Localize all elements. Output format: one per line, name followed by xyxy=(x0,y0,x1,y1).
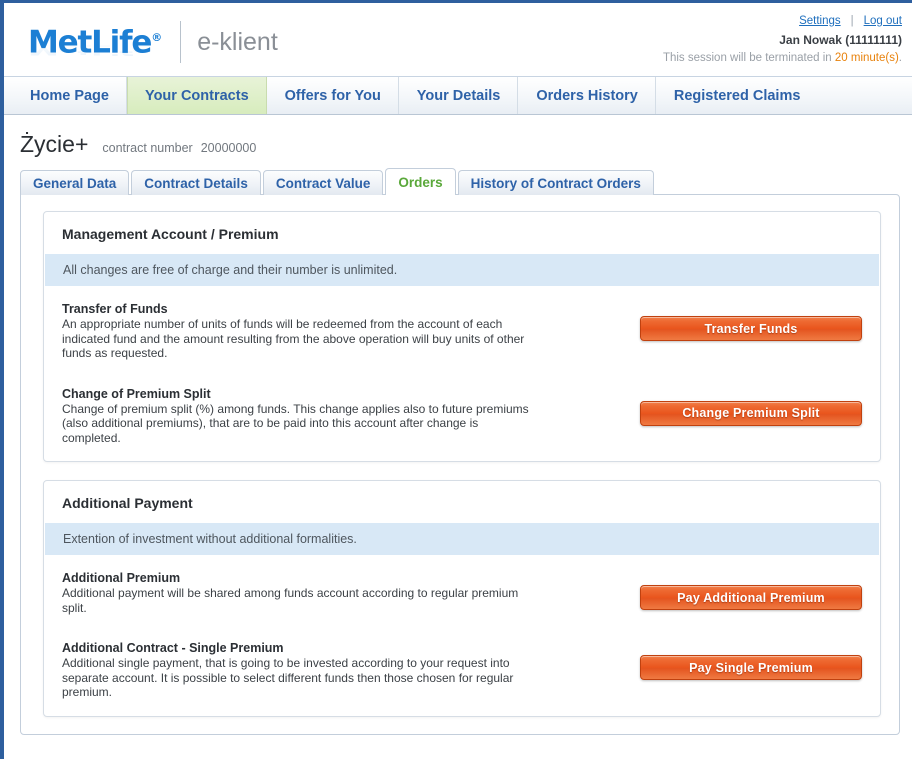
row-action-cell: Change Premium Split xyxy=(640,387,862,426)
subtab-label: General Data xyxy=(33,175,117,191)
panel-info-banner: All changes are free of charge and their… xyxy=(45,254,879,286)
row-spacer xyxy=(62,615,862,625)
pay-additional-premium-button[interactable]: Pay Additional Premium xyxy=(640,585,862,610)
subtab-label: Orders xyxy=(398,174,443,190)
session-prefix: This session will be terminated in xyxy=(662,52,835,64)
contract-product-name: Życie+ xyxy=(20,131,89,157)
session-suffix: . xyxy=(898,52,902,64)
row-title: Additional Contract - Single Premium xyxy=(62,641,284,655)
settings-link[interactable]: Settings xyxy=(799,15,841,27)
subtab-label: Contract Details xyxy=(144,175,248,191)
nav-label: Offers for You xyxy=(284,87,381,104)
user-name-label: Jan Nowak (11111111) xyxy=(779,33,902,47)
nav-item-home-page[interactable]: Home Page xyxy=(12,77,127,114)
panel-title: Additional Payment xyxy=(62,495,193,511)
subtab-history-of-contract-orders[interactable]: History of Contract Orders xyxy=(457,170,654,195)
brand-divider xyxy=(180,21,182,63)
session-remaining-time: 20 minute(s) xyxy=(834,52,899,64)
change-premium-split-button[interactable]: Change Premium Split xyxy=(640,400,862,426)
order-row-additional-contract-single-premium: Additional Contract - Single Premium Add… xyxy=(62,625,862,700)
subtab-orders[interactable]: Orders xyxy=(385,168,456,195)
header-right: Settings | Log out Jan Nowak (11111111) Th… xyxy=(663,15,902,64)
logout-link[interactable]: Log out xyxy=(864,15,902,27)
transfer-funds-button[interactable]: Transfer Funds xyxy=(640,316,862,341)
metlife-logo-reflection: MetLife xyxy=(28,41,152,58)
account-links: Settings | Log out xyxy=(663,15,902,27)
page-frame: MetLife® MetLife e-klient Settings | Log o… xyxy=(0,0,912,759)
main-navigation: Home Page Your Contracts Offers for You … xyxy=(4,77,912,115)
subtab-contract-details[interactable]: Contract Details xyxy=(131,170,261,195)
row-title: Additional Premium xyxy=(62,571,181,585)
row-title: Transfer of Funds xyxy=(62,302,168,316)
panel-additional-payment: Additional Payment Extention of investme… xyxy=(43,480,881,717)
row-description: Change of premium split (%) among funds.… xyxy=(62,401,529,445)
panel-management-account-premium: Management Account / Premium All changes… xyxy=(43,211,881,462)
row-text: Additional Premium Additional payment wi… xyxy=(62,571,532,615)
subtab-contract-value[interactable]: Contract Value xyxy=(262,170,384,195)
panel-rows: Additional Premium Additional payment wi… xyxy=(44,555,880,700)
order-row-additional-premium: Additional Premium Additional payment wi… xyxy=(62,555,862,615)
row-action-cell: Pay Single Premium xyxy=(640,641,862,680)
contract-header: Życie+ contract number 20000000 xyxy=(4,115,912,168)
row-description: Additional single payment, that is going… xyxy=(62,656,514,699)
row-action-cell: Pay Additional Premium xyxy=(640,571,862,610)
nav-item-your-details[interactable]: Your Details xyxy=(399,77,519,114)
row-text: Transfer of Funds An appropriate number … xyxy=(62,302,532,361)
row-description: An appropriate number of units of funds … xyxy=(62,317,525,360)
order-row-change-of-premium-split: Change of Premium Split Change of premiu… xyxy=(62,371,862,446)
contract-subtabs: General Data Contract Details Contract V… xyxy=(4,168,912,195)
nav-item-offers-for-you[interactable]: Offers for You xyxy=(267,77,399,114)
subtab-general-data[interactable]: General Data xyxy=(20,170,130,195)
nav-label: Home Page xyxy=(30,87,109,104)
order-row-transfer-of-funds: Transfer of Funds An appropriate number … xyxy=(62,286,862,361)
session-timer: This session will be terminated in 20 mi… xyxy=(663,52,902,64)
nav-item-orders-history[interactable]: Orders History xyxy=(518,77,656,114)
link-separator: | xyxy=(850,15,854,27)
nav-item-registered-claims[interactable]: Registered Claims xyxy=(656,77,818,114)
subtab-label: History of Contract Orders xyxy=(470,175,641,191)
subtab-label: Contract Value xyxy=(275,175,371,191)
page-header: MetLife® MetLife e-klient Settings | Log o… xyxy=(4,3,912,77)
contract-number-block: contract number 20000000 xyxy=(102,141,256,155)
nav-label: Your Contracts xyxy=(144,87,249,104)
brand-subtitle: e-klient xyxy=(197,28,278,56)
row-title: Change of Premium Split xyxy=(62,386,211,401)
panel-title: Management Account / Premium xyxy=(62,226,279,242)
nav-label: Orders History xyxy=(536,87,638,104)
nav-label: Your Details xyxy=(416,87,501,104)
row-description: Additional payment will be shared among … xyxy=(62,586,519,615)
nav-item-your-contracts[interactable]: Your Contracts xyxy=(126,77,267,114)
nav-label: Registered Claims xyxy=(673,87,801,104)
orders-tab-content: Management Account / Premium All changes… xyxy=(20,194,900,735)
panel-info-banner: Extention of investment without addition… xyxy=(45,523,879,555)
row-text: Change of Premium Split Change of premiu… xyxy=(62,387,532,446)
panel-rows: Transfer of Funds An appropriate number … xyxy=(44,286,880,445)
row-spacer xyxy=(62,361,862,371)
pay-single-premium-button[interactable]: Pay Single Premium xyxy=(640,655,862,680)
contract-number-label: contract number xyxy=(102,141,193,155)
row-text: Additional Contract - Single Premium Add… xyxy=(62,641,532,700)
contract-number-value: 20000000 xyxy=(200,141,257,155)
row-action-cell: Transfer Funds xyxy=(640,302,862,341)
